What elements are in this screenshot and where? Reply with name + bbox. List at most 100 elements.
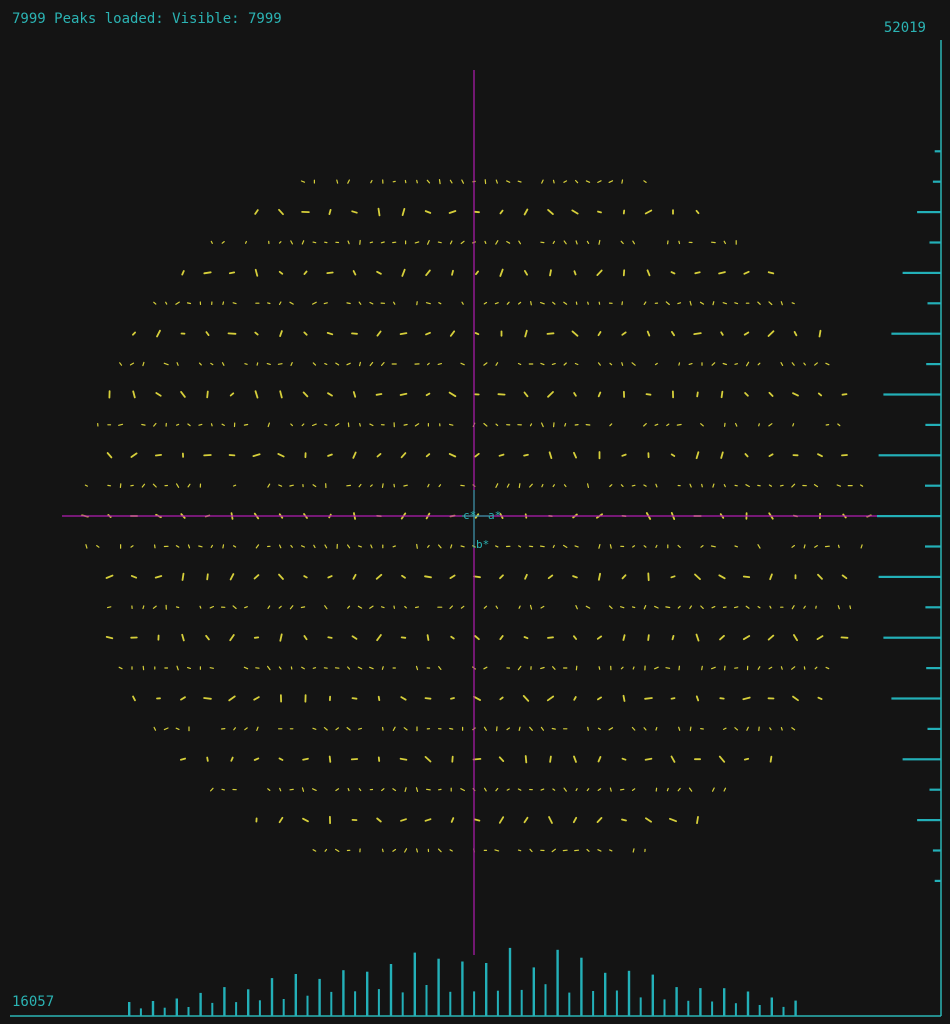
peak-marker	[791, 302, 795, 305]
peak-marker	[572, 816, 578, 824]
peak-marker	[152, 483, 157, 488]
peak-marker	[256, 362, 259, 366]
peak-marker	[206, 390, 209, 399]
histogram-spike	[639, 997, 642, 1016]
histogram-tick	[925, 484, 941, 487]
peak-marker	[621, 331, 627, 336]
peak-marker	[694, 271, 701, 275]
peak-marker	[818, 329, 822, 338]
peak-marker	[290, 423, 293, 427]
peak-marker	[244, 727, 248, 731]
peak-marker	[780, 666, 783, 670]
peak-marker	[267, 665, 271, 671]
peak-marker	[620, 484, 624, 487]
peak-marker	[358, 301, 362, 305]
peak-marker	[757, 605, 761, 609]
peak-marker	[803, 544, 806, 549]
histogram-tick	[932, 180, 941, 183]
peak-marker	[472, 758, 482, 761]
peak-marker	[572, 575, 578, 579]
peak-marker	[279, 330, 283, 338]
peak-marker	[153, 726, 157, 731]
peak-marker	[689, 605, 693, 610]
peak-marker	[198, 545, 203, 548]
histogram-spike	[377, 989, 380, 1016]
peak-marker	[357, 666, 363, 670]
peak-marker	[665, 667, 671, 669]
peak-marker	[392, 788, 397, 792]
peak-marker	[155, 392, 162, 397]
peak-marker	[175, 301, 180, 305]
histogram-spike	[139, 1008, 142, 1016]
histogram-spike	[461, 961, 464, 1016]
peak-marker	[376, 330, 382, 337]
peak-marker	[243, 423, 249, 426]
peak-marker	[700, 423, 704, 427]
peak-marker	[598, 543, 601, 549]
peak-marker	[279, 787, 282, 792]
peak-marker	[665, 606, 671, 609]
peak-marker	[327, 575, 333, 579]
peak-marker	[289, 484, 294, 487]
peak-marker	[221, 362, 225, 366]
peak-marker	[564, 423, 567, 427]
peak-marker	[400, 818, 407, 822]
peak-marker	[312, 788, 317, 792]
peak-marker	[541, 483, 544, 488]
peak-marker	[416, 179, 418, 184]
peak-marker	[130, 575, 138, 579]
peak-marker	[369, 301, 374, 305]
peak-marker	[699, 301, 705, 305]
peak-marker	[619, 606, 625, 609]
peak-marker	[254, 390, 259, 399]
peak-marker	[780, 301, 783, 306]
histogram-spike	[532, 967, 535, 1016]
peak-marker	[529, 423, 533, 427]
vertical-histogram	[877, 40, 942, 1016]
peak-marker	[278, 241, 282, 244]
peak-marker	[632, 545, 636, 548]
peak-marker	[427, 240, 430, 245]
peak-marker	[266, 363, 271, 365]
peak-marker	[552, 301, 556, 305]
peak-marker	[734, 727, 739, 731]
peak-marker	[678, 726, 681, 731]
peak-marker	[745, 484, 750, 488]
peak-marker	[267, 605, 271, 610]
peak-marker	[449, 727, 454, 730]
peak-marker	[506, 301, 510, 305]
reciprocal-lattice-viewer[interactable]: 7999 Peaks loaded: Visible: 7999 52019 1…	[0, 0, 950, 1024]
peak-marker	[654, 423, 659, 426]
peak-marker	[597, 696, 602, 701]
peak-marker	[358, 545, 362, 548]
peak-marker	[253, 574, 260, 580]
peak-marker	[718, 755, 726, 763]
peak-marker	[267, 788, 271, 792]
peak-marker	[524, 329, 528, 338]
peak-marker	[142, 605, 145, 610]
peak-marker	[474, 270, 480, 276]
peak-marker	[677, 605, 681, 609]
peak-marker	[701, 665, 703, 671]
peak-marker	[746, 726, 749, 731]
peak-plot-canvas[interactable]: c* a* b*	[0, 0, 950, 1024]
peak-marker	[734, 545, 739, 548]
peak-marker	[586, 848, 590, 852]
peak-marker	[401, 574, 406, 579]
peak-marker	[696, 391, 699, 398]
peak-marker	[849, 605, 852, 610]
peak-marker	[376, 452, 382, 458]
histogram-spike	[366, 971, 369, 1016]
peak-marker	[499, 268, 504, 277]
peak-marker	[573, 696, 577, 701]
peak-marker	[655, 483, 658, 488]
histogram-spike	[211, 1002, 214, 1016]
peak-marker	[643, 484, 647, 487]
peak-marker	[632, 666, 635, 670]
peak-marker	[523, 453, 529, 457]
peak-marker	[131, 331, 137, 336]
peak-marker	[324, 605, 328, 610]
peak-marker	[522, 695, 530, 702]
peak-marker	[303, 331, 308, 336]
b-star-label: b*	[476, 538, 489, 551]
